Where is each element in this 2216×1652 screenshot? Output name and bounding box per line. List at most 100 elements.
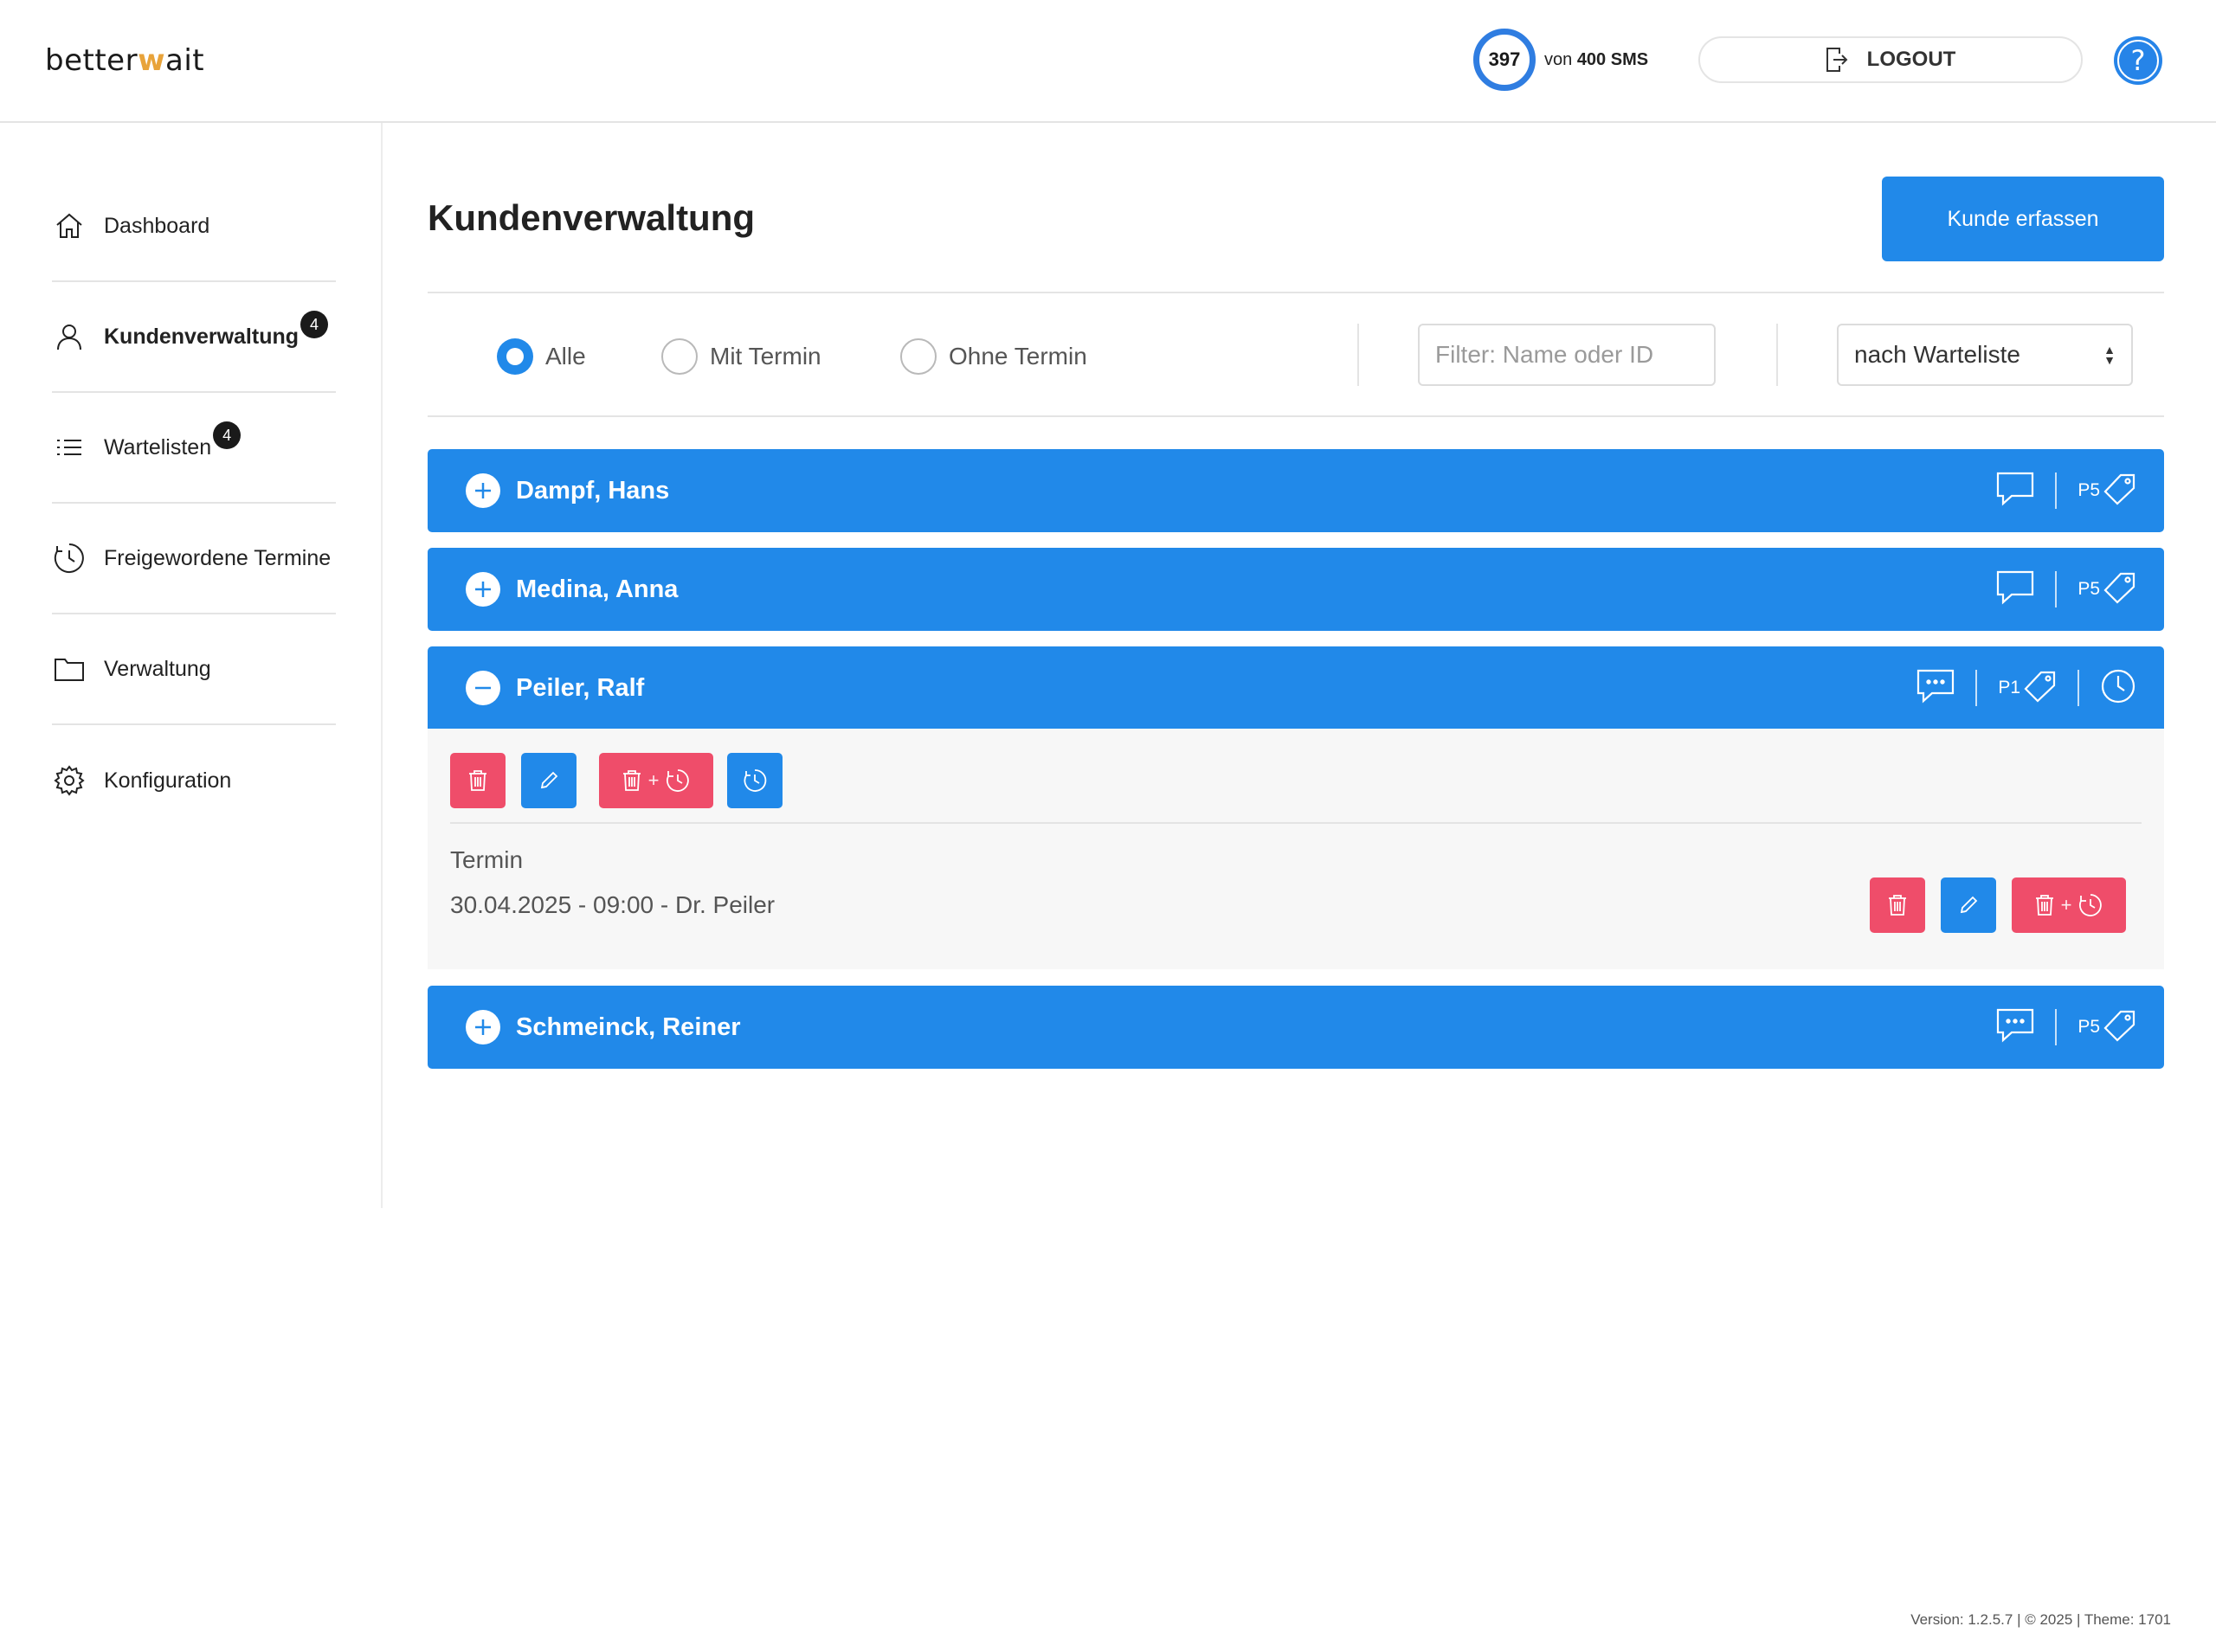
sms-count-ring: 397 xyxy=(1473,29,1536,91)
logout-button[interactable]: LOGOUT xyxy=(1698,36,2083,83)
radio-label: Ohne Termin xyxy=(949,343,1087,370)
sidebar-item-freigewordene-termine[interactable]: Freigewordene Termine xyxy=(52,504,336,614)
sidebar-item-label: Dashboard xyxy=(104,213,210,238)
radio-ohne-termin[interactable]: Ohne Termin xyxy=(900,337,1087,376)
plus-sign: + xyxy=(647,769,660,791)
sidebar-item-dashboard[interactable]: Dashboard xyxy=(52,171,336,282)
pencil-icon xyxy=(1960,896,1978,914)
customer-name: Medina, Anna xyxy=(516,575,679,603)
gear-icon xyxy=(52,763,87,798)
priority-label: P5 xyxy=(2078,579,2100,599)
customer-name: Dampf, Hans xyxy=(516,476,670,505)
radio-unchecked-icon xyxy=(900,338,937,375)
expand-plus-icon[interactable] xyxy=(466,1010,500,1045)
separator xyxy=(2055,1009,2058,1045)
footer-version: Version: 1.2.5.7 | © 2025 | Theme: 1701 xyxy=(1910,1611,2171,1628)
count-badge: 4 xyxy=(213,421,242,449)
logout-icon xyxy=(1826,48,1848,72)
sort-select-value: nach Warteliste xyxy=(1854,341,2020,368)
expand-plus-icon[interactable] xyxy=(466,473,500,508)
trash-icon xyxy=(2035,895,2053,916)
appointment-label: Termin xyxy=(450,846,524,873)
home-icon xyxy=(52,209,87,243)
user-icon xyxy=(52,319,87,354)
expand-plus-icon[interactable] xyxy=(466,572,500,607)
sort-select[interactable]: nach Warteliste ▲ ▼ xyxy=(1837,324,2133,386)
history-icon xyxy=(667,769,690,792)
page-title: Kundenverwaltung xyxy=(428,197,756,238)
delete-and-release-button[interactable]: + xyxy=(599,753,713,808)
sidebar-item-label: Wartelisten xyxy=(104,434,212,460)
sidebar: Dashboard Kundenverwaltung 4 Wartelisten… xyxy=(0,123,383,1208)
sidebar-item-verwaltung[interactable]: Verwaltung xyxy=(52,614,336,725)
divider xyxy=(428,415,2164,417)
radio-label: Alle xyxy=(545,343,586,370)
release-appointment-button[interactable] xyxy=(727,753,783,808)
history-icon xyxy=(2079,894,2103,916)
delete-appointment-and-release-button[interactable]: + xyxy=(2012,877,2126,933)
sidebar-item-wartelisten[interactable]: Wartelisten 4 xyxy=(52,393,336,504)
radio-unchecked-icon xyxy=(661,338,698,375)
trash-icon xyxy=(622,770,641,791)
customer-name: Schmeinck, Reiner xyxy=(516,1012,741,1041)
sidebar-item-label: Verwaltung xyxy=(104,656,211,681)
sidebar-item-kundenverwaltung[interactable]: Kundenverwaltung 4 xyxy=(52,282,336,393)
customer-name: Peiler, Ralf xyxy=(516,673,645,702)
sidebar-item-label: Kundenverwaltung xyxy=(104,324,300,349)
sms-prefix: von xyxy=(1544,49,1573,69)
edit-customer-button[interactable] xyxy=(521,753,577,808)
filter-divider xyxy=(1776,324,1778,386)
customer-row[interactable]: Schmeinck, Reiner P5 xyxy=(428,986,2164,1069)
priority-label: P1 xyxy=(1998,678,2020,697)
separator xyxy=(2055,472,2058,509)
trash-icon xyxy=(469,770,486,791)
delete-customer-button[interactable] xyxy=(450,753,506,808)
message-dots-icon[interactable] xyxy=(1996,1008,2034,1047)
edit-appointment-button[interactable] xyxy=(1941,877,1996,933)
message-dots-icon[interactable] xyxy=(1916,669,1955,708)
radio-alle[interactable]: Alle xyxy=(497,337,586,376)
separator xyxy=(2078,670,2079,706)
logo[interactable]: betterwait xyxy=(45,43,204,78)
collapse-minus-icon[interactable] xyxy=(466,671,500,705)
clock-refresh-icon xyxy=(52,541,87,575)
tag-icon[interactable] xyxy=(2103,1009,2136,1046)
help-button[interactable]: ? xyxy=(2114,36,2162,85)
customer-row[interactable]: Dampf, Hans P5 xyxy=(428,449,2164,532)
divider xyxy=(450,822,2142,824)
list-icon xyxy=(52,430,87,465)
divider xyxy=(428,292,2164,293)
help-icon: ? xyxy=(2117,40,2159,81)
radio-mit-termin[interactable]: Mit Termin xyxy=(661,337,821,376)
delete-appointment-button[interactable] xyxy=(1870,877,1925,933)
priority-label: P5 xyxy=(2078,1017,2100,1037)
message-icon[interactable] xyxy=(1996,570,2034,609)
search-input[interactable] xyxy=(1418,324,1716,386)
tag-icon[interactable] xyxy=(2103,472,2136,510)
top-header: betterwait 397 von 400 SMS LOGOUT ? xyxy=(0,0,2216,123)
radio-label: Mit Termin xyxy=(710,343,821,370)
count-badge: 4 xyxy=(300,311,329,338)
tag-icon[interactable] xyxy=(2103,571,2136,608)
customer-row[interactable]: Peiler, Ralf P1 xyxy=(428,646,2164,730)
tag-icon[interactable] xyxy=(2024,670,2057,707)
pencil-icon xyxy=(540,771,558,789)
sms-total: 400 SMS xyxy=(1576,49,1649,69)
sidebar-item-label: Konfiguration xyxy=(104,768,232,793)
priority-label: P5 xyxy=(2078,480,2100,500)
message-icon[interactable] xyxy=(1996,472,2034,511)
trash-icon xyxy=(1889,895,1906,916)
customer-row[interactable]: Medina, Anna P5 xyxy=(428,548,2164,631)
sms-counter: 397 von 400 SMS xyxy=(1473,28,1648,92)
separator xyxy=(2055,571,2058,607)
radio-checked-icon xyxy=(497,338,533,375)
clock-icon[interactable] xyxy=(2100,668,2136,709)
sidebar-item-konfiguration[interactable]: Konfiguration xyxy=(52,725,336,836)
appointment-value: 30.04.2025 - 09:00 - Dr. Peiler xyxy=(450,891,776,918)
filter-divider xyxy=(1357,324,1359,386)
separator xyxy=(1975,670,1978,706)
clock-refresh-icon xyxy=(744,769,767,792)
add-customer-button[interactable]: Kunde erfassen xyxy=(1882,177,2164,261)
select-arrows-icon: ▲ ▼ xyxy=(2103,343,2116,367)
sidebar-item-label: Freigewordene Termine xyxy=(104,545,332,570)
